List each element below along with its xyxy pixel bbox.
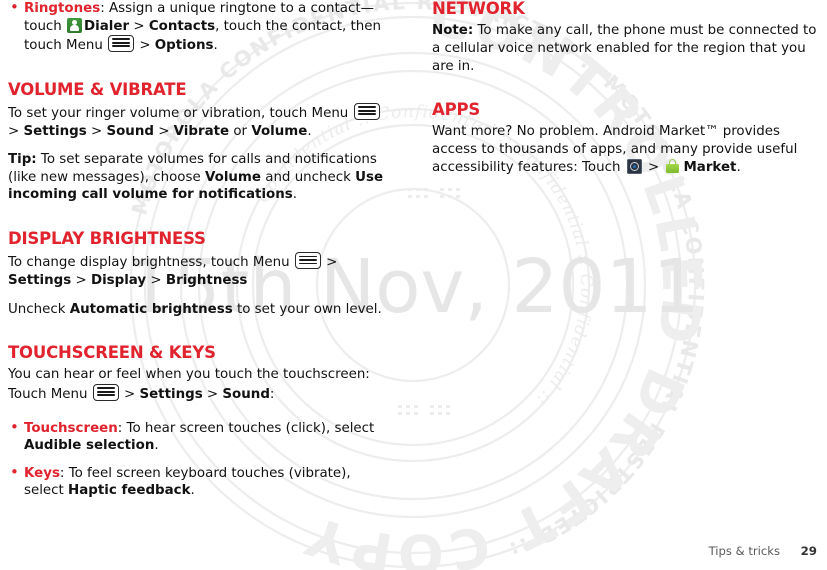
display-paragraph-1: To change display brightness, touch Menu…: [8, 252, 390, 289]
brightness-label: Brightness: [165, 272, 248, 288]
display-para1-a: To change display brightness, touch Menu: [8, 255, 294, 271]
ringtones-term: Ringtones: [24, 1, 101, 16]
list-item-keys: Keys: To feel screen keyboard touches (v…: [8, 464, 390, 500]
heading-volume-vibrate: Volume & Vibrate: [8, 79, 187, 99]
menu-icon: [353, 103, 380, 121]
volume-para1-b: >: [8, 123, 24, 139]
display-paragraph-2: Uncheck Automatic brightness to set your…: [8, 301, 390, 319]
display-para2-b: to set your own level.: [232, 301, 382, 317]
sound-label: Sound: [222, 387, 270, 403]
display-sep-1: >: [71, 272, 91, 288]
contacts-label: Contacts: [148, 18, 216, 34]
network-note-text: To make any call, the phone must be conn…: [432, 23, 817, 74]
audible-selection-label: Audible selection: [24, 438, 155, 454]
volume-sep-2: >: [153, 123, 174, 139]
menu-icon: [294, 252, 321, 270]
apps-period: .: [736, 159, 741, 175]
tip-volume-label: Volume: [204, 169, 261, 185]
apps-paragraph: Want more? No problem. Android Market™ p…: [432, 123, 820, 176]
touchscreen-intro-paragraph: You can hear or feel when you touch the …: [8, 366, 390, 403]
volume-paragraph-1: To set your ringer volume or vibration, …: [8, 103, 390, 140]
display-label: Display: [90, 272, 147, 288]
settings-label: Settings: [8, 272, 72, 288]
touchscreen-intro-b: >: [119, 387, 140, 403]
menu-icon: [108, 35, 135, 53]
keys-bullet-text-2: .: [190, 483, 195, 499]
volume-para1-a: To set your ringer volume or vibration, …: [8, 106, 353, 122]
touchscreen-bullet-list: Touchscreen: To hear screen touches (cli…: [8, 419, 390, 500]
automatic-brightness-label: Automatic brightness: [69, 301, 233, 317]
ringtones-sep-1: >: [129, 18, 149, 34]
android-market-icon: [665, 159, 680, 174]
footer-page-number: 29: [800, 544, 817, 558]
ringtones-sep-2: >: [135, 38, 155, 54]
display-sep-2: >: [146, 272, 166, 288]
dialer-icon: [67, 17, 83, 33]
page-footer: Tips & tricks 29: [0, 544, 827, 562]
keys-term: Keys: [24, 465, 60, 481]
volume-sep-1: >: [86, 123, 107, 139]
tip-label: Tip:: [8, 152, 37, 168]
settings-label: Settings: [23, 123, 87, 139]
list-item-ringtones: Ringtones: Assign a unique ringtone to a…: [8, 0, 390, 55]
dialer-label: Dialer: [84, 18, 130, 34]
heading-network: Network: [432, 0, 525, 18]
display-para1-b: >: [321, 255, 338, 271]
touchscreen-bullet-text-1: : To hear screen touches (click), select: [117, 420, 375, 436]
list-item-touchscreen: Touchscreen: To hear screen touches (cli…: [8, 419, 390, 455]
right-column: Network Note: To make any call, the phon…: [432, 0, 820, 176]
sound-label: Sound: [106, 123, 154, 139]
note-label: Note:: [432, 23, 474, 39]
volume-label: Volume: [251, 123, 308, 139]
touchscreen-colon: :: [269, 387, 275, 403]
volume-or-text: or: [229, 123, 252, 139]
network-note-paragraph: Note: To make any call, the phone must b…: [432, 22, 820, 75]
ringtones-text-3: .: [213, 38, 218, 54]
settings-label: Settings: [139, 387, 203, 403]
footer-section-label: Tips & tricks: [708, 544, 780, 558]
touchscreen-term: Touchscreen: [24, 420, 118, 436]
heading-touchscreen-keys: Touchscreen & Keys: [8, 343, 216, 363]
tip-text-2: and uncheck: [260, 169, 356, 185]
heading-display-brightness: Display Brightness: [8, 229, 206, 249]
apps-para-a: Want more? No problem. Android Market™ p…: [432, 124, 798, 175]
vibrate-label: Vibrate: [173, 123, 230, 139]
touchscreen-bullet-text-2: .: [154, 438, 159, 454]
ringtones-bullet-list: Ringtones: Assign a unique ringtone to a…: [8, 0, 390, 55]
left-column: Ringtones: Assign a unique ringtone to a…: [8, 0, 390, 500]
menu-icon: [92, 384, 119, 402]
volume-period: .: [307, 123, 312, 139]
heading-apps: Apps: [432, 100, 481, 120]
apps-sep: >: [643, 159, 664, 175]
display-para2-a: Uncheck: [8, 301, 70, 317]
market-label: Market: [683, 159, 737, 175]
options-label: Options: [154, 38, 214, 54]
tip-period: .: [292, 187, 298, 203]
app-launcher-icon: [626, 158, 642, 174]
page-content: Ringtones: Assign a unique ringtone to a…: [0, 0, 827, 570]
touchscreen-sep-1: >: [202, 387, 223, 403]
volume-tip-paragraph: Tip: To set separate volumes for calls a…: [8, 151, 390, 204]
haptic-feedback-label: Haptic feedback: [68, 483, 191, 499]
